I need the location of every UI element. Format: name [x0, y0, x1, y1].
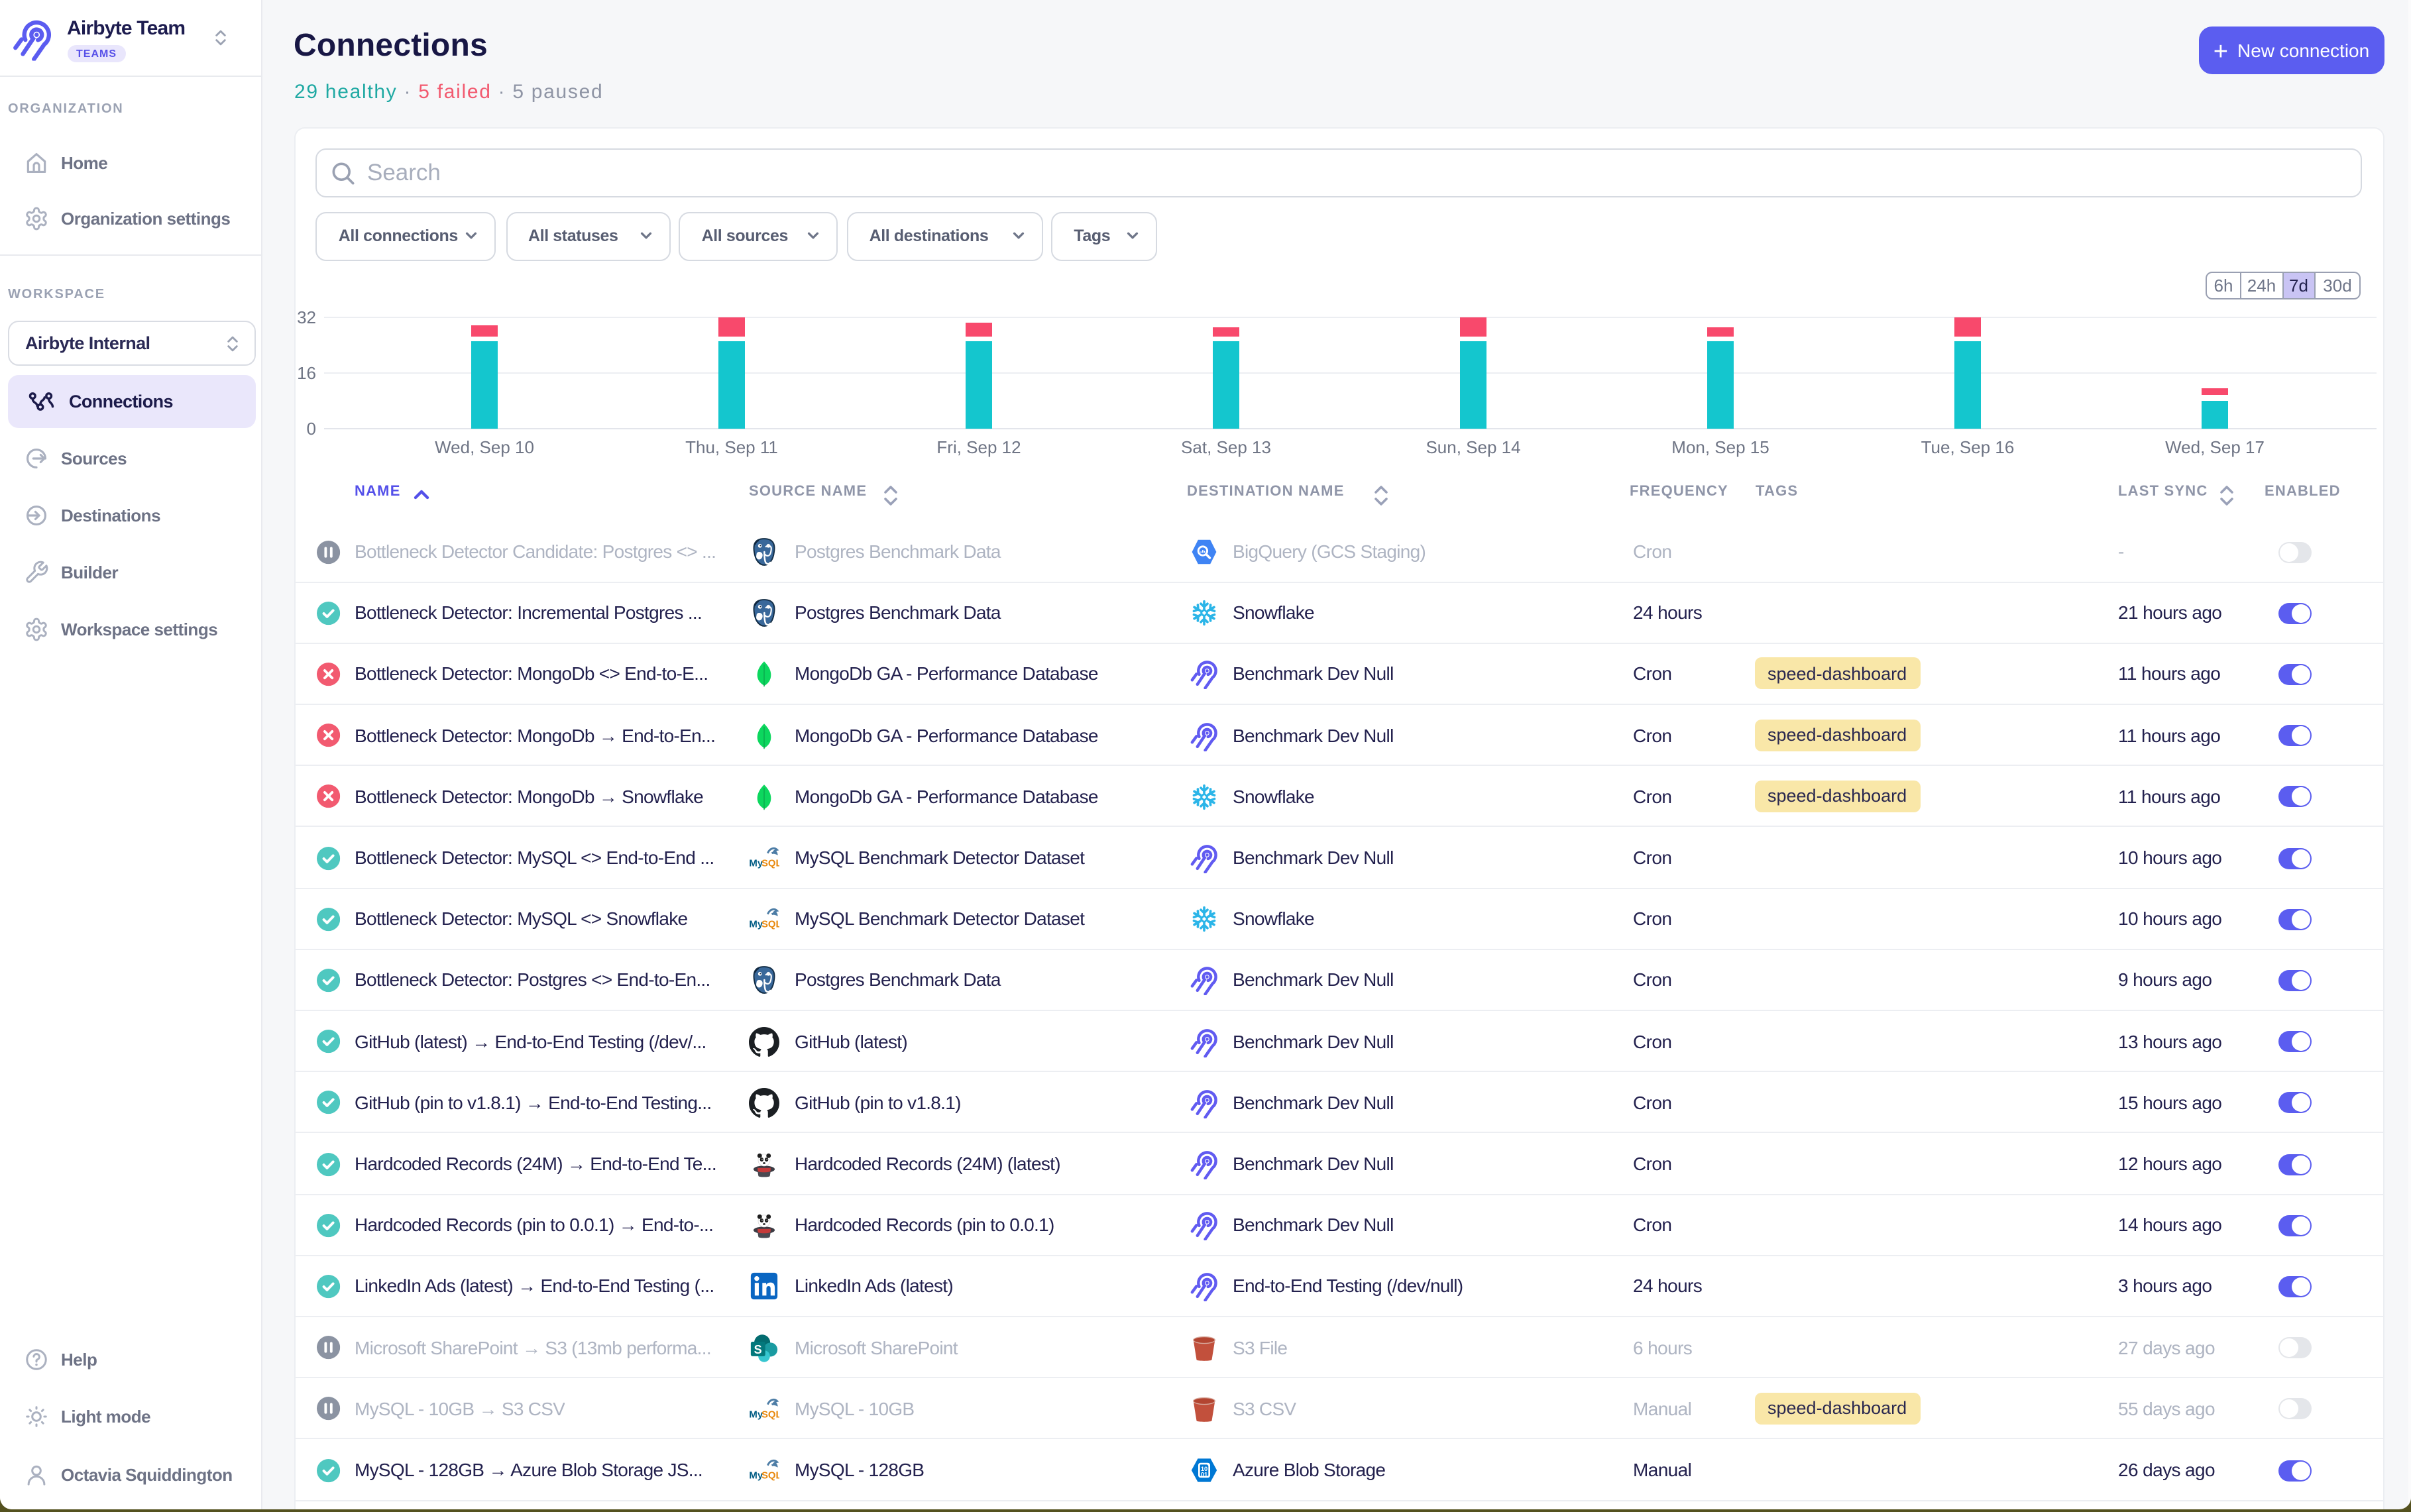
svg-text:Wed, Sep 10: Wed, Sep 10	[434, 437, 533, 457]
svg-text:Tue, Sep 16: Tue, Sep 16	[1921, 437, 2014, 457]
svg-text:32: 32	[296, 307, 315, 327]
svg-text:Sun, Sep 14: Sun, Sep 14	[1425, 437, 1520, 457]
svg-text:Sat, Sep 13: Sat, Sep 13	[1180, 437, 1270, 457]
svg-text:16: 16	[296, 362, 315, 382]
svg-text:Mon, Sep 15: Mon, Sep 15	[1671, 437, 1768, 457]
svg-text:Wed, Sep 17: Wed, Sep 17	[2164, 437, 2264, 457]
svg-text:0: 0	[306, 418, 315, 438]
svg-text:Fri, Sep 12: Fri, Sep 12	[936, 437, 1020, 457]
svg-text:Thu, Sep 11: Thu, Sep 11	[685, 437, 777, 457]
